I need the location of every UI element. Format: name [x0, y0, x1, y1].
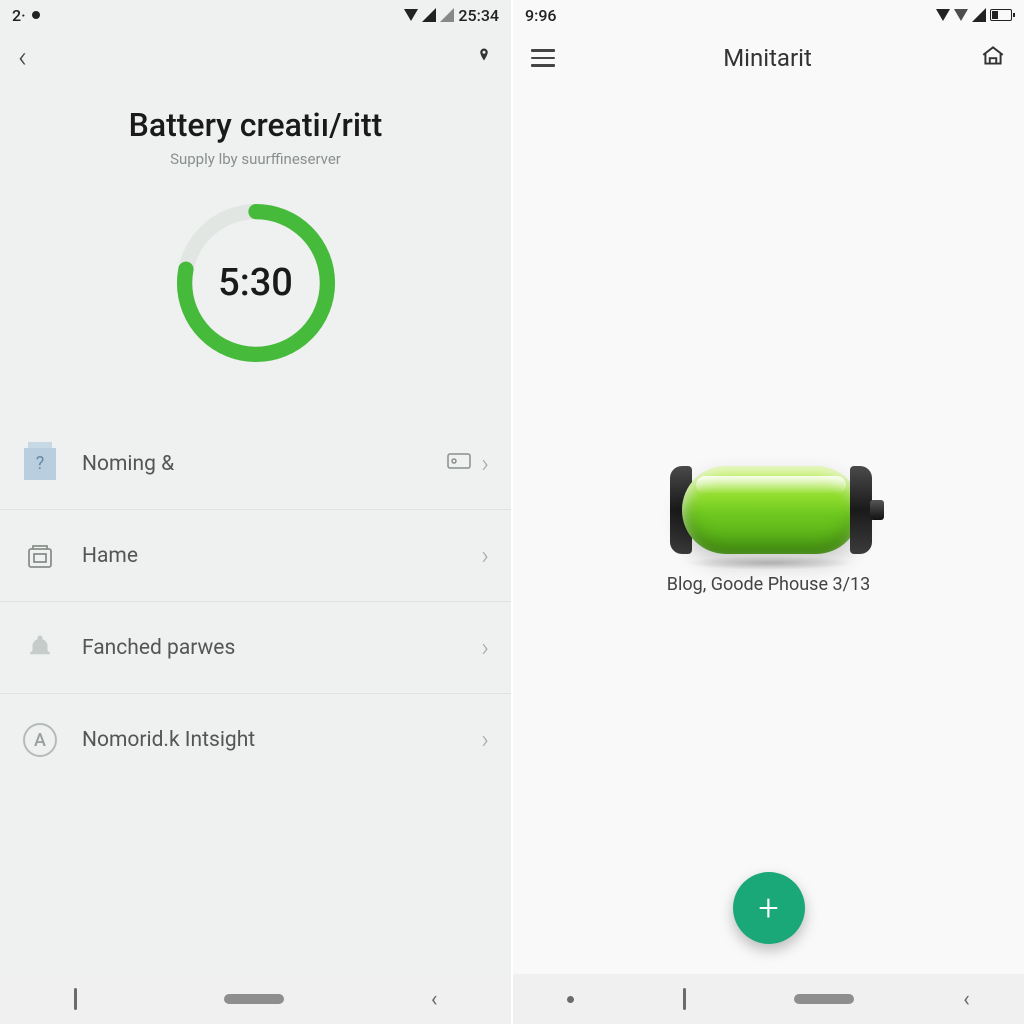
header: ‹	[0, 30, 511, 86]
list-item-label: Hame	[82, 544, 481, 568]
battery-illustration	[664, 466, 874, 554]
page-title: Minitarit	[723, 44, 812, 72]
wifi-icon	[936, 9, 950, 21]
ring-value: 5:30	[171, 198, 341, 368]
nav-recent-button[interactable]	[74, 988, 77, 1010]
chevron-right-icon: ›	[481, 725, 489, 755]
back-button[interactable]: ‹	[18, 43, 27, 73]
nav-back-button[interactable]: ‹	[431, 987, 438, 1012]
menu-button[interactable]	[531, 49, 555, 67]
right-phone: 9:96 Minitarit Blog,	[511, 0, 1024, 1024]
header: Minitarit	[513, 30, 1024, 86]
title-block: Battery creatiı/ritt Supply lby suurffin…	[0, 106, 511, 168]
cellular-icon	[422, 8, 436, 22]
list-item-label: Fanched parwes	[82, 636, 481, 660]
menu-list: ? Noming & › Hame › Fanched parwes ›	[0, 418, 511, 786]
bell-icon	[22, 630, 58, 666]
list-item[interactable]: Fanched parwes ›	[0, 602, 511, 694]
list-item-label: Nomorid.k Intsight	[82, 728, 481, 752]
home-icon[interactable]	[980, 43, 1006, 73]
battery-icon	[990, 9, 1012, 21]
letter-a-icon: A	[23, 723, 57, 757]
status-prefix: 2·	[12, 6, 26, 25]
chevron-right-icon: ›	[481, 449, 489, 479]
location-pin-icon[interactable]	[475, 47, 493, 69]
nav-bar: ‹	[513, 974, 1024, 1024]
list-item[interactable]: Hame ›	[0, 510, 511, 602]
card-icon	[447, 453, 471, 475]
chevron-right-icon: ›	[481, 633, 489, 663]
page-subtitle: Supply lby suurffineserver	[0, 150, 511, 168]
status-bar: 2· 25:34	[0, 0, 511, 30]
chevron-right-icon: ›	[481, 541, 489, 571]
battery-caption: Blog, Goode Phouse 3/13	[667, 574, 870, 595]
status-time: 9:96	[525, 6, 557, 25]
nav-recent-button[interactable]	[567, 996, 574, 1003]
frame-icon	[22, 538, 58, 574]
nav-home-button[interactable]	[794, 994, 854, 1004]
page-title: Battery creatiı/ritt	[0, 106, 511, 144]
nav-back-button[interactable]: ‹	[963, 987, 970, 1012]
status-bar: 9:96	[513, 0, 1024, 30]
status-dot-icon	[32, 11, 40, 19]
wifi-secondary-icon	[954, 9, 968, 21]
cellular-icon	[972, 8, 986, 22]
cellular-secondary-icon	[440, 8, 454, 22]
left-phone: 2· 25:34 ‹ Battery creatiı/ritt Supply l…	[0, 0, 511, 1024]
status-time: 25:34	[458, 6, 499, 25]
list-item-label: Noming &	[82, 452, 447, 476]
nav-bar: ‹	[0, 974, 511, 1024]
nav-extra-button[interactable]	[683, 988, 686, 1010]
nav-home-button[interactable]	[224, 994, 284, 1004]
list-item[interactable]: ? Noming & ›	[0, 418, 511, 510]
plus-icon: +	[758, 887, 778, 929]
question-icon: ?	[24, 448, 56, 480]
add-fab-button[interactable]: +	[733, 872, 805, 944]
list-item[interactable]: A Nomorid.k Intsight ›	[0, 694, 511, 786]
progress-ring: 5:30	[171, 198, 341, 368]
battery-illustration-area: Blog, Goode Phouse 3/13	[513, 86, 1024, 974]
wifi-icon	[404, 9, 418, 21]
